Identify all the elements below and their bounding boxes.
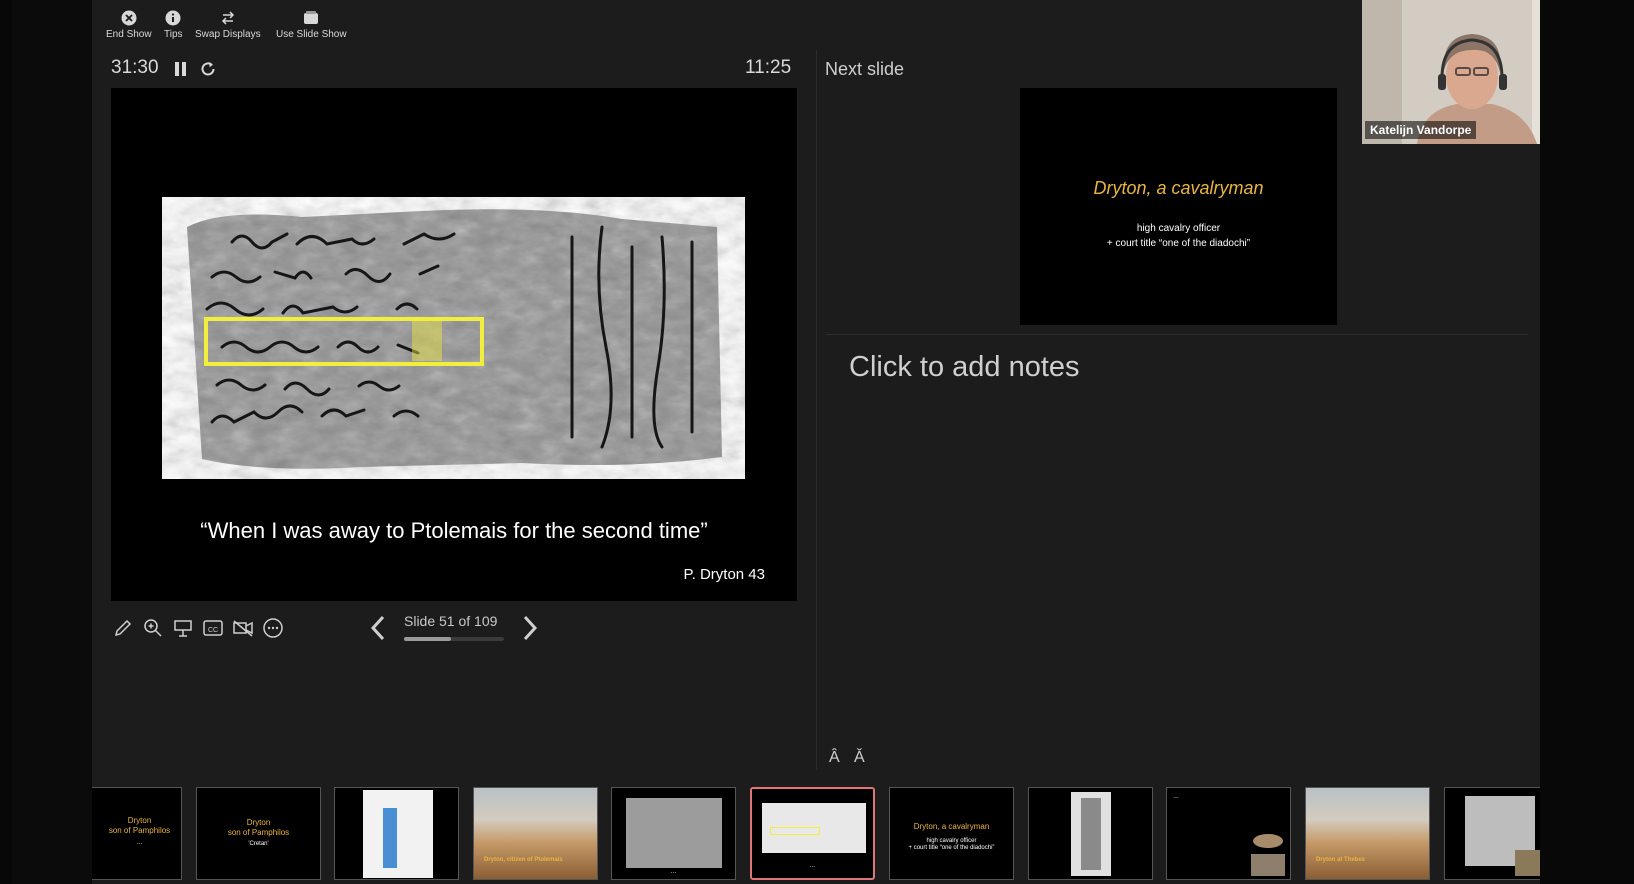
chevron-right-icon xyxy=(523,615,538,641)
use-slide-show-button[interactable]: Use Slide Show xyxy=(276,10,347,40)
slide-counter: Slide 51 of 109 xyxy=(404,613,498,629)
next-slide-button[interactable] xyxy=(519,613,541,643)
pane-divider xyxy=(816,50,817,770)
clock: 11:25 xyxy=(745,57,792,78)
next-slide-preview[interactable]: Dryton, a cavalryman high cavalry office… xyxy=(1020,88,1337,325)
pen-icon[interactable] xyxy=(111,616,135,640)
more-options-icon[interactable] xyxy=(261,616,285,640)
thumbnail-slide[interactable]: … xyxy=(611,787,736,880)
next-slide-title: Dryton, a cavalryman xyxy=(1093,178,1264,198)
increase-font-button[interactable]: Â xyxy=(829,749,840,767)
info-icon xyxy=(165,10,181,26)
slide-progress-fill xyxy=(404,637,451,641)
subtitles-icon[interactable]: CC xyxy=(201,616,225,640)
thumbnail-slide-current[interactable]: … xyxy=(750,787,875,880)
thumbnail-slide[interactable] xyxy=(1444,787,1540,880)
presenter-tools: CC xyxy=(111,616,285,640)
slide-filmstrip: Dryton son of Pamphilos … Dryton son of Pa… xyxy=(92,785,1540,884)
tips-label: Tips xyxy=(164,29,183,40)
next-slide-label: Next slide xyxy=(825,59,905,79)
thumbnail-slide[interactable]: … xyxy=(1166,787,1291,880)
camera-toggle-icon[interactable] xyxy=(231,616,255,640)
zoom-icon[interactable] xyxy=(141,616,165,640)
thumbnail-slide[interactable]: Dryton, citizen of Ptolemais xyxy=(473,787,598,880)
slide-reference: P. Dryton 43 xyxy=(683,566,765,583)
slideshow-icon xyxy=(303,10,319,26)
thumbnail-slide[interactable]: Dryton son of Pamphilos … xyxy=(92,787,182,880)
laser-pointer-icon[interactable] xyxy=(171,616,195,640)
next-slide-line-2: + court title “one of the diadochi” xyxy=(1106,238,1251,249)
thumbnail-slide[interactable]: Dryton at Thebes xyxy=(1305,787,1430,880)
swap-displays-button[interactable]: Swap Displays xyxy=(195,10,261,40)
notes-divider xyxy=(826,334,1528,335)
slide-progress xyxy=(404,637,504,641)
thumbnail-slide[interactable] xyxy=(1028,787,1153,880)
current-slide[interactable]: “When I was away to Ptolemais for the se… xyxy=(111,88,797,601)
swap-displays-label: Swap Displays xyxy=(195,29,261,40)
end-show-button[interactable]: End Show xyxy=(106,10,152,40)
thumbnail-slide[interactable]: Dryton son of Pamphilos 'Cretan' xyxy=(196,787,321,880)
thumbnail-slide[interactable] xyxy=(334,787,459,880)
previous-slide-button[interactable] xyxy=(367,613,389,643)
use-slide-show-label: Use Slide Show xyxy=(276,29,347,40)
next-slide-line-1: high cavalry officer xyxy=(1136,223,1221,234)
papyrus-image xyxy=(162,197,745,479)
close-circle-icon xyxy=(121,10,137,26)
decrease-font-button[interactable]: Ǎ xyxy=(854,749,865,767)
slide-quote: “When I was away to Ptolemais for the se… xyxy=(200,518,708,543)
chevron-left-icon xyxy=(370,615,385,641)
right-edge xyxy=(1540,0,1634,884)
speaker-notes[interactable]: Click to add notes xyxy=(849,351,1080,384)
elapsed-timer: 31:30 xyxy=(111,57,159,78)
left-edge xyxy=(0,0,12,884)
svg-text:CC: CC xyxy=(208,627,218,634)
participant-name: Katelijn Vandorpe xyxy=(1365,121,1477,139)
tips-button[interactable]: Tips xyxy=(164,10,183,40)
reset-timer-icon[interactable] xyxy=(199,60,217,78)
pause-icon[interactable] xyxy=(172,60,190,78)
end-show-label: End Show xyxy=(106,29,152,40)
thumbnail-slide[interactable]: Dryton, a cavalryman high cavalry office… xyxy=(889,787,1014,880)
swap-icon xyxy=(220,10,236,26)
